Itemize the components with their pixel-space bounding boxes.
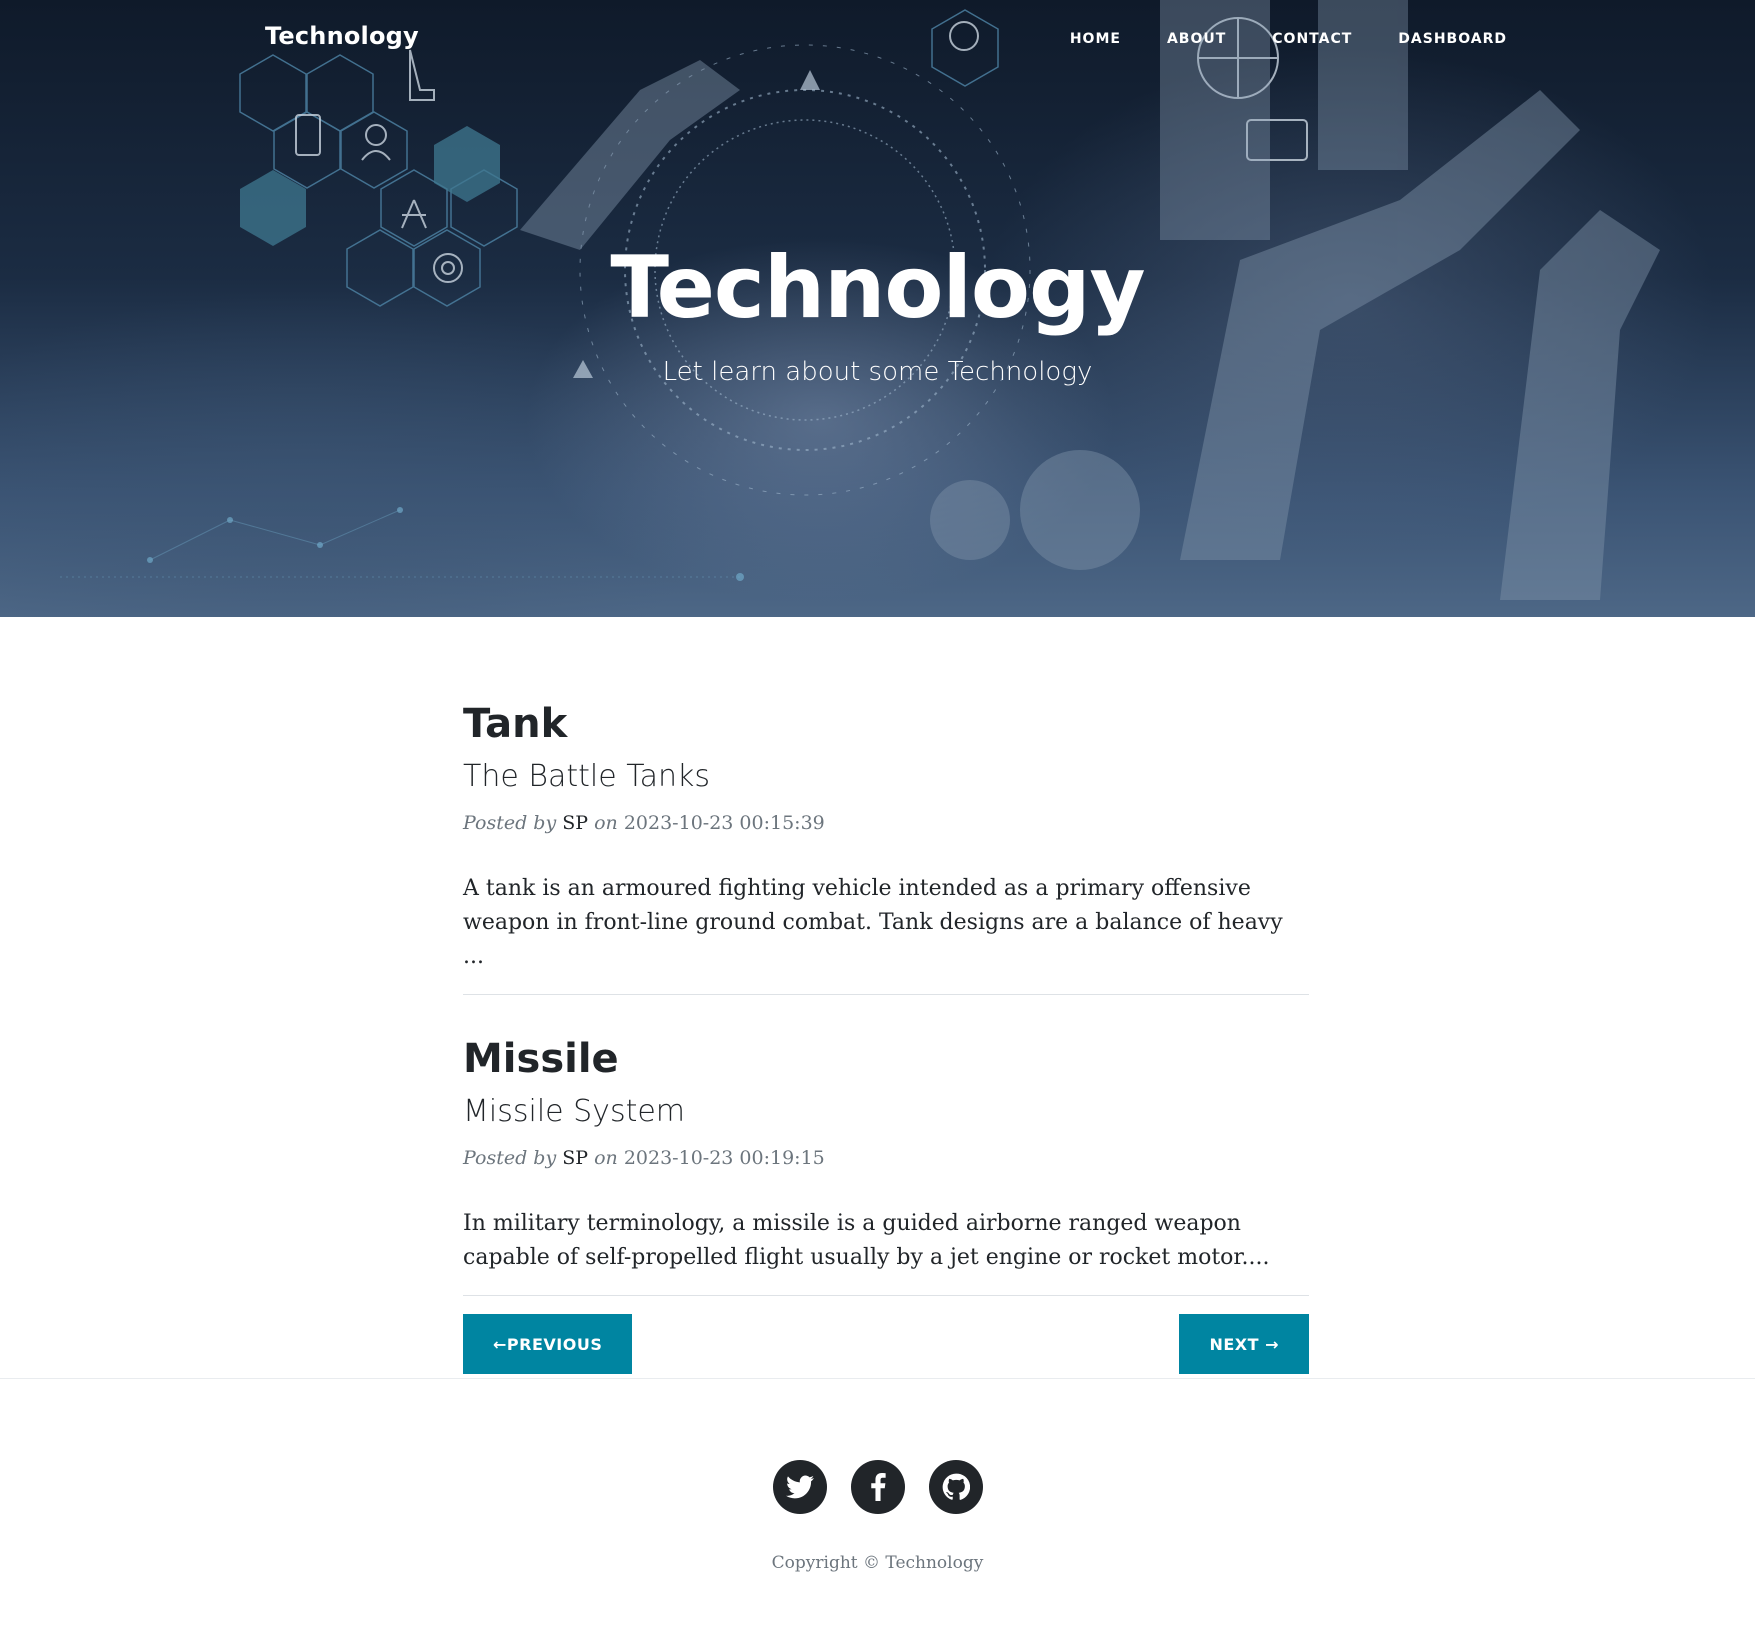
post-date: 2023-10-23 00:19:15 xyxy=(623,1147,825,1169)
twitter-icon xyxy=(785,1475,814,1499)
post-preview: Tank The Battle Tanks Posted by SP on 20… xyxy=(463,700,1309,995)
twitter-link[interactable] xyxy=(772,1460,827,1514)
main-nav: HOME ABOUT CONTACT DASHBOARD xyxy=(1024,30,1507,48)
nav-dashboard[interactable]: DASHBOARD xyxy=(1398,30,1507,48)
post-excerpt: In military terminology, a missile is a … xyxy=(463,1211,1270,1270)
social-links xyxy=(0,1460,1755,1514)
hero-title: Technology xyxy=(610,238,1145,338)
on-label: on xyxy=(594,812,618,834)
hero-header: Technology HOME ABOUT CONTACT DASHBOARD … xyxy=(0,0,1755,617)
posted-by-label: Posted by xyxy=(463,812,557,834)
nav-home[interactable]: HOME xyxy=(1070,30,1121,48)
pager: ←PREVIOUS NEXT → xyxy=(463,1314,1309,1374)
copyright-text: Copyright © Technology xyxy=(771,1553,984,1573)
post-meta: Posted by SP on 2023-10-23 00:15:39 xyxy=(463,810,1309,836)
next-button[interactable]: NEXT → xyxy=(1179,1314,1309,1374)
previous-button[interactable]: ←PREVIOUS xyxy=(463,1314,633,1374)
post-list: Tank The Battle Tanks Posted by SP on 20… xyxy=(463,700,1309,1374)
post-date: 2023-10-23 00:15:39 xyxy=(623,812,825,834)
github-icon xyxy=(942,1473,970,1500)
post-meta: Posted by SP on 2023-10-23 00:19:15 xyxy=(463,1145,1309,1171)
post-title[interactable]: Missile xyxy=(463,1035,1309,1083)
nav-contact[interactable]: CONTACT xyxy=(1272,30,1352,48)
post-author[interactable]: SP xyxy=(562,1147,588,1169)
post-title[interactable]: Tank xyxy=(463,700,1309,748)
facebook-icon xyxy=(870,1473,886,1501)
brand-logo[interactable]: Technology xyxy=(265,22,419,50)
post-preview: Missile Missile System Posted by SP on 2… xyxy=(463,1035,1309,1296)
github-link[interactable] xyxy=(928,1460,983,1514)
footer-divider xyxy=(0,1378,1755,1379)
on-label: on xyxy=(594,1147,618,1169)
posted-by-label: Posted by xyxy=(463,1147,557,1169)
hero-subtitle: Let learn about some Technology xyxy=(662,357,1093,387)
post-subtitle[interactable]: Missile System xyxy=(463,1093,1309,1131)
nav-about[interactable]: ABOUT xyxy=(1167,30,1226,48)
post-excerpt: A tank is an armoured fighting vehicle i… xyxy=(463,876,1283,969)
post-subtitle[interactable]: The Battle Tanks xyxy=(463,758,1309,796)
facebook-link[interactable] xyxy=(850,1460,905,1514)
post-author[interactable]: SP xyxy=(562,812,588,834)
